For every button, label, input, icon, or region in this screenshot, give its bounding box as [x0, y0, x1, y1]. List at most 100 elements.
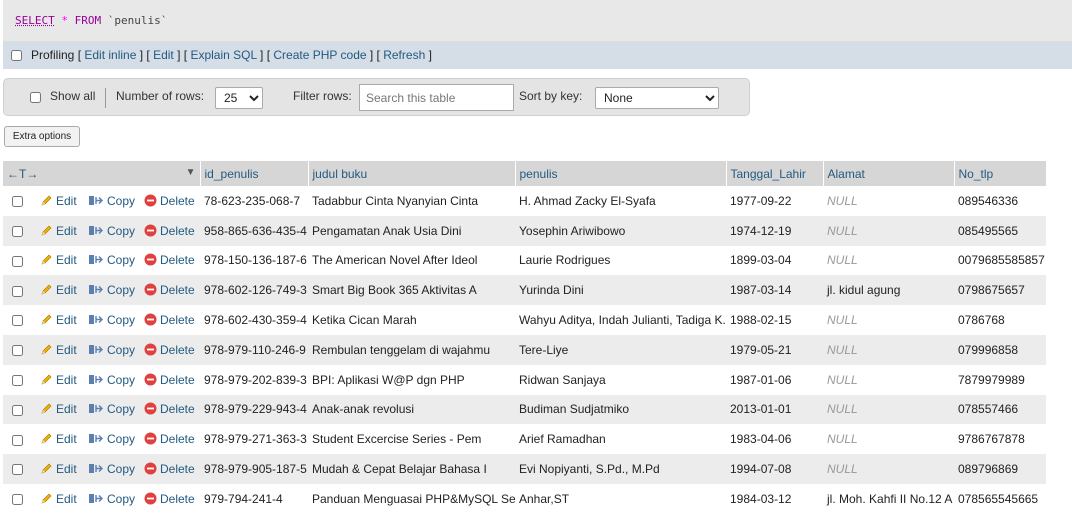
cell-id-penulis[interactable]: 978-150-136-187-6 [200, 245, 308, 276]
cell-penulis[interactable]: Ridwan Sanjaya [515, 364, 726, 395]
profiling-checkbox[interactable] [11, 50, 22, 61]
cell-judul-buku[interactable]: Student Excercise Series - Pem [308, 424, 515, 455]
delete-button[interactable]: Delete [144, 253, 195, 267]
cell-penulis[interactable]: Budiman Sudjatmiko [515, 394, 726, 425]
column-arrows-header[interactable]: ←T→ ▼ [3, 161, 201, 186]
row-checkbox[interactable] [12, 345, 23, 357]
delete-button[interactable]: Delete [144, 343, 195, 357]
delete-button[interactable]: Delete [144, 432, 195, 446]
sort-by-key-select[interactable]: None [595, 87, 719, 109]
table-row[interactable]: Edit Copy Delete 978-979-905-187-5 Mudah & C… [3, 454, 1046, 484]
table-row[interactable]: Edit Copy Delete 958-865-636-435-4 Pengamata… [3, 215, 1046, 246]
cell-judul-buku[interactable]: BPI: Aplikasi W@P dgn PHP [308, 364, 515, 395]
edit-button[interactable]: Edit [40, 283, 88, 297]
cell-tanggal-lahir[interactable]: 1987-03-14 [726, 275, 823, 306]
cell-no-tlp[interactable]: 0079685585857 [954, 245, 1046, 276]
cell-tanggal-lahir[interactable]: 2013-01-01 [726, 394, 823, 425]
row-checkbox[interactable] [12, 404, 23, 416]
cell-penulis[interactable]: Yosephin Ariwibowo [515, 215, 726, 246]
cell-judul-buku[interactable]: Ketika Cican Marah [308, 305, 515, 335]
cell-judul-buku[interactable]: Pengamatan Anak Usia Dini [308, 215, 515, 246]
cell-penulis[interactable]: Wahyu Aditya, Indah Julianti, Tadiga K. [515, 305, 726, 335]
table-row[interactable]: Edit Copy Delete 78-623-235-068-7 Tadabbur C… [3, 186, 1046, 216]
cell-no-tlp[interactable]: 089546336 [954, 186, 1046, 216]
column-header-judul-buku[interactable]: judul buku [308, 161, 516, 186]
copy-button[interactable]: Copy [88, 492, 144, 506]
copy-button[interactable]: Copy [88, 283, 144, 297]
row-checkbox[interactable] [12, 494, 23, 506]
copy-button[interactable]: Copy [88, 343, 144, 357]
cell-alamat[interactable]: NULL [823, 245, 954, 276]
cell-judul-buku[interactable]: Rembulan tenggelam di wajahmu [308, 334, 515, 365]
cell-alamat[interactable]: jl. Moh. Kahfi II No.12 A [823, 483, 954, 514]
refresh-link[interactable]: Refresh [383, 48, 425, 62]
delete-button[interactable]: Delete [144, 462, 195, 476]
cell-no-tlp[interactable]: 079996858 [954, 334, 1046, 365]
show-all-checkbox[interactable] [30, 92, 41, 103]
delete-button[interactable]: Delete [144, 283, 195, 297]
delete-button[interactable]: Delete [144, 402, 195, 416]
cell-id-penulis[interactable]: 978-979-202-839-3 [200, 364, 308, 395]
column-header-penulis[interactable]: penulis [515, 161, 727, 186]
table-row[interactable]: Edit Copy Delete 978-979-202-839-3 BPI: Apli… [3, 364, 1046, 395]
cell-no-tlp[interactable]: 078565545665 [954, 483, 1046, 514]
cell-alamat[interactable]: jl. kidul agung [823, 275, 954, 306]
cell-tanggal-lahir[interactable]: 1987-01-06 [726, 364, 823, 395]
cell-penulis[interactable]: Tere-Liye [515, 334, 726, 365]
cell-judul-buku[interactable]: Tadabbur Cinta Nyanyian Cinta [308, 186, 515, 216]
cell-tanggal-lahir[interactable]: 1977-09-22 [726, 186, 823, 216]
edit-button[interactable]: Edit [40, 402, 88, 416]
show-all-label[interactable]: Show all [50, 89, 95, 103]
row-checkbox[interactable] [12, 255, 23, 267]
delete-button[interactable]: Delete [144, 373, 195, 387]
cell-tanggal-lahir[interactable]: 1983-04-06 [726, 424, 823, 455]
cell-id-penulis[interactable]: 978-979-271-363-3 [200, 424, 308, 455]
cell-alamat[interactable]: NULL [823, 334, 954, 365]
delete-button[interactable]: Delete [144, 224, 195, 238]
cell-penulis[interactable]: Evi Nopiyanti, S.Pd., M.Pd [515, 454, 726, 484]
copy-button[interactable]: Copy [88, 402, 144, 416]
cell-id-penulis[interactable]: 958-865-636-435-4 [200, 215, 308, 246]
cell-no-tlp[interactable]: 7879979989 [954, 364, 1046, 395]
cell-no-tlp[interactable]: 9786767878 [954, 424, 1046, 455]
filter-rows-input[interactable] [359, 84, 514, 111]
cell-no-tlp[interactable]: 078557466 [954, 394, 1046, 425]
table-row[interactable]: Edit Copy Delete 978-150-136-187-6 The Ameri… [3, 245, 1046, 276]
cell-penulis[interactable]: Laurie Rodrigues [515, 245, 726, 276]
cell-alamat[interactable]: NULL [823, 215, 954, 246]
cell-judul-buku[interactable]: Mudah & Cepat Belajar Bahasa I [308, 454, 515, 484]
number-of-rows-select[interactable]: 25 [215, 87, 263, 109]
copy-button[interactable]: Copy [88, 373, 144, 387]
row-checkbox[interactable] [12, 375, 23, 386]
table-row[interactable]: Edit Copy Delete 978-979-271-363-3 Student E… [3, 424, 1046, 455]
edit-button[interactable]: Edit [40, 253, 88, 267]
copy-button[interactable]: Copy [88, 313, 144, 327]
cell-tanggal-lahir[interactable]: 1994-07-08 [726, 454, 823, 484]
table-row[interactable]: Edit Copy Delete 978-979-110-246-9 Rembulan … [3, 334, 1046, 365]
cell-id-penulis[interactable]: 78-623-235-068-7 [200, 186, 308, 216]
cell-alamat[interactable]: NULL [823, 394, 954, 425]
cell-tanggal-lahir[interactable]: 1974-12-19 [726, 215, 823, 246]
cell-judul-buku[interactable]: Panduan Menguasai PHP&MySQL Se [308, 483, 515, 514]
cell-no-tlp[interactable]: 0798675657 [954, 275, 1046, 306]
cell-alamat[interactable]: NULL [823, 424, 954, 455]
edit-button[interactable]: Edit [40, 224, 88, 238]
copy-button[interactable]: Copy [88, 432, 144, 446]
cell-judul-buku[interactable]: The American Novel After Ideol [308, 245, 515, 276]
cell-penulis[interactable]: Yurinda Dini [515, 275, 726, 306]
cell-tanggal-lahir[interactable]: 1984-03-12 [726, 483, 823, 514]
cell-alamat[interactable]: NULL [823, 305, 954, 335]
column-header-tanggal-lahir[interactable]: Tanggal_Lahir [726, 161, 824, 186]
sort-triangle-icon[interactable]: ▼ [186, 167, 196, 178]
cell-alamat[interactable]: NULL [823, 454, 954, 484]
table-row[interactable]: Edit Copy Delete 978-602-126-749-3 Smart Big… [3, 275, 1046, 306]
edit-button[interactable]: Edit [40, 343, 88, 357]
copy-button[interactable]: Copy [88, 462, 144, 476]
cell-no-tlp[interactable]: 0786768 [954, 305, 1046, 335]
sql-keyword-select[interactable]: SELECT [15, 14, 55, 27]
edit-button[interactable]: Edit [40, 194, 88, 208]
cell-tanggal-lahir[interactable]: 1979-05-21 [726, 334, 823, 365]
column-header-alamat[interactable]: Alamat [823, 161, 955, 186]
cell-penulis[interactable]: Anhar,ST [515, 483, 726, 514]
cell-alamat[interactable]: NULL [823, 186, 954, 216]
